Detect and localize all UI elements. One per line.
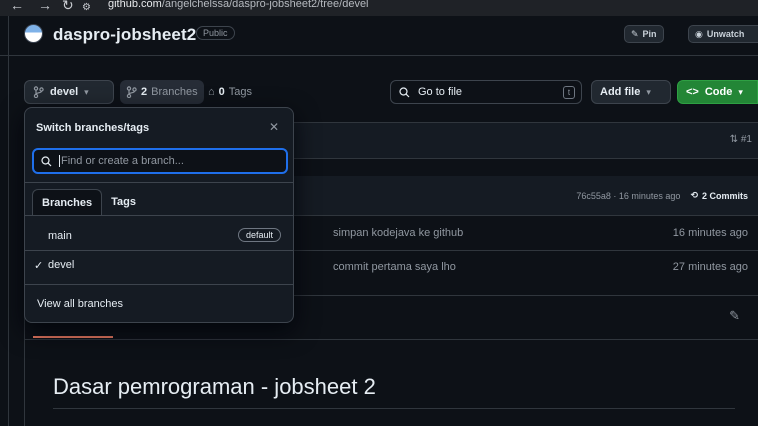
check-icon: ✓ — [34, 259, 44, 272]
code-button[interactable]: <> Code ▾ — [677, 80, 758, 104]
pin-icon: ✎ — [631, 28, 639, 39]
divider — [25, 215, 293, 216]
search-icon — [41, 155, 52, 166]
commit-time: 27 minutes ago — [672, 261, 748, 273]
pin-button[interactable]: ✎ Pin — [624, 25, 664, 43]
branch-search-input[interactable]: Find or create a branch... — [32, 148, 288, 174]
site-info-icon[interactable]: ⚙ — [82, 2, 91, 13]
close-icon[interactable]: ✕ — [269, 120, 279, 134]
divider — [25, 182, 293, 183]
branches-count: 2 — [141, 86, 148, 98]
chevron-down-icon: ▾ — [84, 86, 89, 97]
text-cursor — [59, 155, 60, 168]
address-bar[interactable]: github.com/angelchelssa/daspro-jobsheet2… — [108, 0, 369, 10]
current-branch-label: devel — [50, 86, 79, 98]
unwatch-button[interactable]: ◉ Unwatch — [688, 25, 758, 43]
reload-icon[interactable]: ↻ — [62, 0, 74, 14]
branch-icon — [33, 86, 44, 98]
code-icon: <> — [686, 86, 699, 98]
tags-count: 0 — [218, 86, 225, 98]
dropdown-tabs: Branches Tags — [32, 189, 145, 215]
pull-request-icon: ⇅ — [729, 134, 739, 145]
visibility-badge: Public — [196, 26, 235, 40]
pin-label: Pin — [642, 29, 657, 39]
url-host: github.com — [108, 0, 162, 10]
add-file-button[interactable]: Add file ▾ — [591, 80, 671, 104]
back-arrow-icon[interactable]: ← — [10, 0, 24, 13]
go-to-file-input[interactable]: Go to file t — [390, 80, 582, 104]
add-file-label: Add file — [600, 86, 641, 98]
unwatch-label: Unwatch — [706, 29, 745, 39]
commits-label: 2 Commits — [701, 190, 748, 201]
edit-pencil-icon[interactable]: ✎ — [729, 308, 740, 324]
divider — [53, 408, 735, 409]
go-to-file-placeholder: Go to file — [418, 86, 463, 98]
forward-arrow-icon[interactable]: → — [38, 0, 52, 13]
pull-request-indicator[interactable]: ⇅ #1 — [730, 134, 752, 145]
pull-request-count: #1 — [740, 134, 752, 145]
branch-item-main[interactable]: main default — [25, 222, 293, 250]
tags-link[interactable]: ⌂ 0 Tags — [208, 86, 252, 98]
commit-time: 16 minutes ago — [672, 227, 748, 239]
history-icon: ⟲ — [690, 190, 698, 200]
tag-icon: ⌂ — [208, 86, 215, 98]
tags-label: Tags — [228, 86, 253, 98]
divider — [25, 284, 293, 285]
branch-select-button[interactable]: devel ▾ — [24, 80, 114, 104]
avatar[interactable] — [24, 24, 43, 43]
readme-tab-indicator — [33, 336, 113, 338]
view-all-branches-link[interactable]: View all branches — [37, 298, 123, 310]
chevron-down-icon: ▾ — [738, 86, 743, 97]
commit-message[interactable]: commit pertama saya lho — [333, 261, 456, 273]
repo-name[interactable]: daspro-jobsheet2 — [53, 25, 196, 45]
latest-commit-meta[interactable]: 76c55a8 · 16 minutes ago — [576, 191, 680, 201]
tab-tags[interactable]: Tags — [102, 189, 145, 215]
branches-link[interactable]: 2 Branches — [120, 80, 204, 104]
dropdown-title: Switch branches/tags — [36, 122, 150, 134]
commits-link[interactable]: ⟲ 2 Commits — [690, 190, 748, 201]
commit-message[interactable]: simpan kodejava ke github — [333, 227, 463, 239]
branches-label: Branches — [151, 86, 198, 98]
branch-name: main — [48, 230, 72, 242]
branch-icon — [126, 86, 137, 98]
url-path: /angelchelssa/daspro-jobsheet2/tree/deve… — [161, 0, 369, 10]
search-icon — [399, 86, 410, 97]
readme-title: Dasar pemrograman - jobsheet 2 — [53, 374, 376, 399]
branch-item-devel[interactable]: ✓ devel — [25, 251, 293, 279]
browser-toolbar: ← → ↻ ⚙ github.com/angelchelssa/daspro-j… — [0, 0, 758, 16]
tab-branches[interactable]: Branches — [32, 189, 103, 215]
branch-search-placeholder: Find or create a branch... — [61, 154, 184, 167]
chevron-down-icon: ▾ — [646, 86, 651, 97]
repo-header: daspro-jobsheet2 Public ✎ Pin ◉ Unwatch — [0, 16, 758, 56]
branch-switcher-dropdown: Switch branches/tags ✕ Find or create a … — [24, 107, 294, 323]
keyboard-shortcut-badge: t — [563, 86, 575, 99]
readme-body: Dasar pemrograman - jobsheet 2 — [24, 340, 758, 426]
default-badge: default — [237, 228, 281, 242]
branch-name: devel — [48, 259, 75, 271]
eye-icon: ◉ — [695, 28, 703, 39]
page-left-border — [8, 16, 9, 426]
code-label: Code — [704, 86, 733, 98]
